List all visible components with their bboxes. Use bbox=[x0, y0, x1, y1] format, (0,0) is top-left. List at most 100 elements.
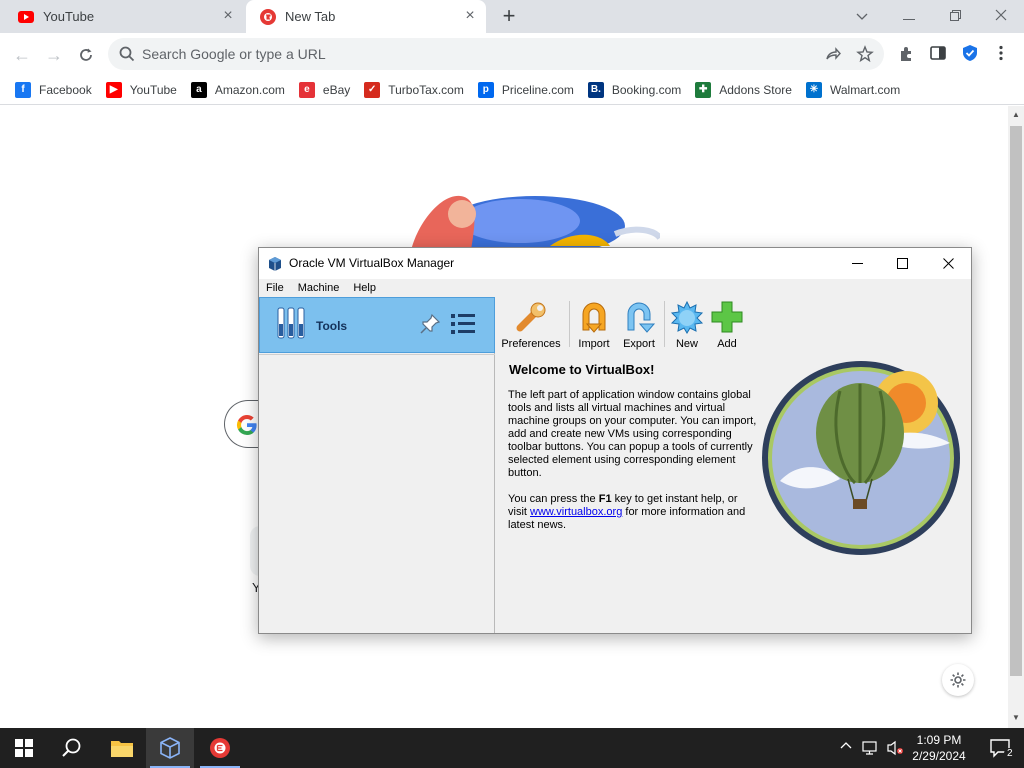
vbox-menubar: File Machine Help bbox=[259, 279, 971, 297]
new-tab-button[interactable]: + bbox=[497, 5, 521, 29]
shield-extension-icon[interactable] bbox=[961, 44, 981, 64]
clock-date: 2/29/2024 bbox=[912, 749, 966, 763]
address-input[interactable] bbox=[142, 38, 802, 70]
details-pane: Preferences Import Export New Add Welcom… bbox=[496, 297, 971, 633]
tab-strip: YouTube × New Tab × + bbox=[0, 0, 1024, 33]
network-icon[interactable] bbox=[862, 740, 880, 759]
bookmark-label: TurboTax.com bbox=[388, 82, 464, 97]
notification-center-button[interactable]: 2 bbox=[976, 728, 1024, 768]
bookmark-label: Addons Store bbox=[719, 82, 792, 97]
close-tab-icon[interactable]: × bbox=[462, 8, 478, 24]
vbox-minimize-button[interactable] bbox=[834, 248, 880, 279]
import-button[interactable]: Import bbox=[574, 300, 614, 350]
virtualbox-app-icon bbox=[267, 256, 283, 275]
bookmark-facebook[interactable]: f Facebook bbox=[8, 77, 99, 103]
system-clock[interactable]: 1:09 PM 2/29/2024 bbox=[908, 732, 970, 764]
new-button[interactable]: New bbox=[668, 300, 706, 350]
list-menu-icon[interactable] bbox=[450, 312, 476, 336]
tools-item[interactable]: Tools bbox=[259, 297, 495, 353]
scroll-down-arrow-icon[interactable]: ▼ bbox=[1008, 711, 1024, 725]
restore-button[interactable] bbox=[945, 6, 965, 26]
back-button[interactable]: ← bbox=[9, 42, 35, 68]
virtualbox-manager-window: Oracle VM VirtualBox Manager File Machin… bbox=[258, 247, 972, 634]
bookmark-walmart[interactable]: ✳ Walmart.com bbox=[799, 77, 907, 103]
bookmark-label: Walmart.com bbox=[829, 82, 901, 97]
toolbar-separator bbox=[569, 301, 570, 347]
walmart-icon: ✳ bbox=[805, 81, 822, 98]
notification-count-badge: 2 bbox=[1004, 748, 1016, 759]
pin-icon[interactable] bbox=[418, 312, 442, 336]
minimize-button[interactable] bbox=[899, 6, 919, 26]
extensions-icon[interactable] bbox=[897, 44, 917, 64]
preferences-label: Preferences bbox=[501, 338, 561, 350]
taskbar-file-explorer[interactable] bbox=[98, 728, 146, 768]
facebook-icon: f bbox=[15, 81, 31, 98]
vbox-close-button[interactable] bbox=[925, 248, 971, 279]
omnibox[interactable] bbox=[108, 38, 884, 70]
close-tab-icon[interactable]: × bbox=[220, 8, 236, 24]
bookmark-booking[interactable]: B. Booking.com bbox=[581, 77, 688, 103]
tools-label: Tools bbox=[316, 319, 348, 333]
youtube-icon bbox=[18, 9, 34, 25]
window-title: Oracle VM VirtualBox Manager bbox=[289, 256, 455, 270]
preferences-button[interactable]: Preferences bbox=[500, 300, 562, 350]
bookmark-priceline[interactable]: p Priceline.com bbox=[471, 77, 581, 103]
tab-label: New Tab bbox=[285, 9, 336, 24]
start-button[interactable] bbox=[0, 728, 48, 768]
bookmark-label: Priceline.com bbox=[501, 82, 574, 97]
taskbar-search-button[interactable] bbox=[48, 728, 96, 768]
scrollbar-thumb[interactable] bbox=[1010, 126, 1022, 676]
bookmark-ebay[interactable]: e eBay bbox=[292, 77, 357, 103]
volume-muted-icon[interactable] bbox=[886, 740, 904, 759]
customize-chrome-button[interactable] bbox=[942, 664, 974, 696]
menu-kebab-icon[interactable] bbox=[992, 44, 1012, 64]
priceline-icon: p bbox=[477, 81, 494, 98]
bookmark-youtube[interactable]: ▶ YouTube bbox=[99, 77, 184, 103]
import-icon bbox=[582, 302, 606, 333]
export-icon bbox=[627, 302, 656, 333]
add-button[interactable]: Add bbox=[708, 300, 746, 350]
tab-youtube[interactable]: YouTube × bbox=[4, 0, 244, 33]
close-window-button[interactable] bbox=[991, 6, 1011, 26]
forward-button[interactable]: → bbox=[41, 42, 67, 68]
f1-key: F1 bbox=[598, 493, 612, 505]
help-text: You can press the bbox=[508, 493, 599, 505]
virtualbox-link[interactable]: www.virtualbox.org bbox=[530, 506, 622, 518]
clock-time: 1:09 PM bbox=[916, 733, 962, 747]
bookmark-label: Facebook bbox=[39, 82, 92, 97]
taskbar-virtualbox[interactable] bbox=[146, 728, 194, 768]
bookmark-addons[interactable]: ✚ Addons Store bbox=[688, 77, 799, 103]
export-label: Export bbox=[623, 338, 655, 350]
share-icon[interactable] bbox=[824, 45, 842, 66]
export-button[interactable]: Export bbox=[618, 300, 660, 350]
search-icon bbox=[118, 45, 136, 66]
window-titlebar[interactable]: Oracle VM VirtualBox Manager bbox=[259, 248, 971, 279]
new-sun-icon bbox=[670, 300, 704, 334]
windows-logo-icon bbox=[15, 739, 33, 757]
bookmark-turbotax[interactable]: ✓ TurboTax.com bbox=[357, 77, 471, 103]
menu-file[interactable]: File bbox=[259, 279, 291, 297]
search-icon bbox=[62, 738, 81, 757]
taskbar: 1:09 PM 2/29/2024 2 bbox=[0, 728, 1024, 768]
reload-button[interactable] bbox=[73, 42, 99, 68]
tab-new-tab[interactable]: New Tab × bbox=[246, 0, 486, 33]
doodle-illustration[interactable] bbox=[400, 186, 660, 256]
menu-machine[interactable]: Machine bbox=[291, 279, 347, 297]
preferences-wrench-icon bbox=[516, 302, 546, 332]
help-paragraph: You can press the F1 key to get instant … bbox=[508, 493, 758, 532]
taskbar-browser[interactable] bbox=[196, 728, 244, 768]
page-scrollbar[interactable]: ▲ ▼ bbox=[1008, 106, 1024, 728]
add-label: Add bbox=[717, 338, 737, 350]
bookmark-star-icon[interactable] bbox=[856, 45, 874, 66]
add-plus-icon bbox=[711, 301, 743, 333]
vbox-maximize-button[interactable] bbox=[879, 248, 925, 279]
tab-search-icon[interactable] bbox=[852, 6, 872, 26]
menu-help[interactable]: Help bbox=[346, 279, 383, 297]
ebay-icon: e bbox=[298, 81, 315, 98]
scroll-up-arrow-icon[interactable]: ▲ bbox=[1008, 108, 1024, 122]
show-hidden-icons-icon[interactable] bbox=[840, 740, 852, 755]
side-panel-icon[interactable] bbox=[929, 44, 949, 64]
bookmark-amazon[interactable]: a Amazon.com bbox=[184, 77, 292, 103]
virtualbox-icon bbox=[160, 737, 180, 759]
bookmark-label: YouTube bbox=[129, 82, 177, 97]
